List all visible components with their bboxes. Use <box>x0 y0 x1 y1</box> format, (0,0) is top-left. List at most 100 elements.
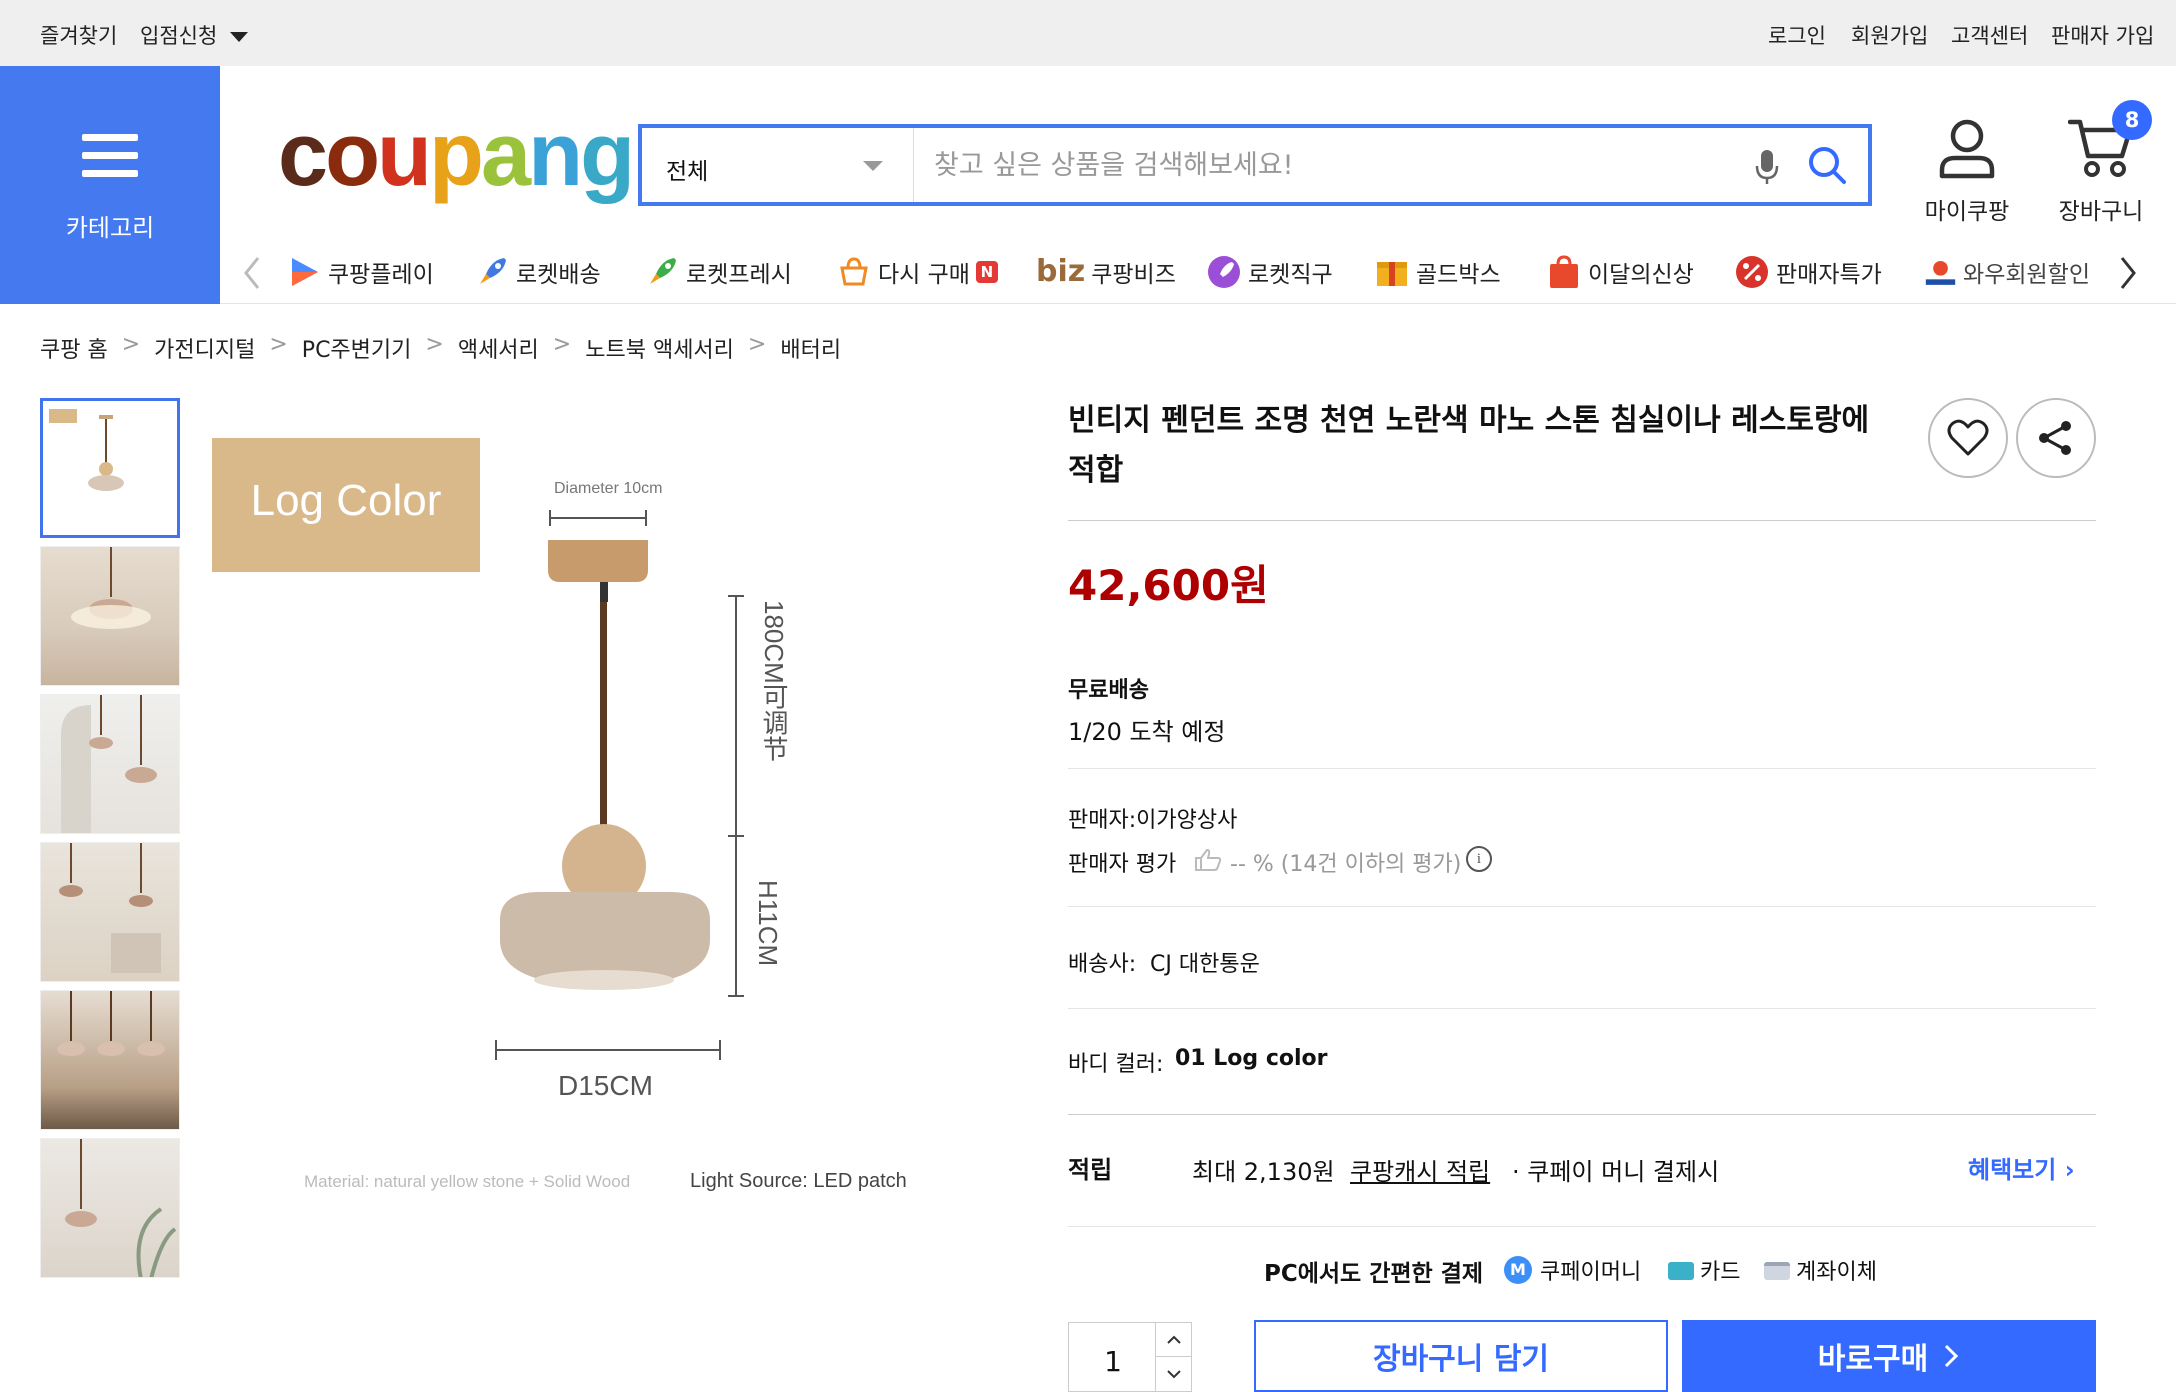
category-menu-button[interactable]: 카테고리 <box>0 66 220 304</box>
favorites-link[interactable]: 즐겨찾기 <box>40 20 117 50</box>
caret-down-icon <box>229 32 248 42</box>
seller-join-link[interactable]: 판매자 가입 <box>2051 20 2154 50</box>
material-label: Material: natural yellow stone + Solid W… <box>304 1172 631 1191</box>
reward-max: 최대 2,130원 <box>1192 1158 1335 1186</box>
chevron-right-icon: > <box>269 332 288 357</box>
thumbnail-1[interactable] <box>40 398 180 538</box>
chevron-right-icon: › <box>2064 1156 2075 1184</box>
share-button[interactable] <box>2016 398 2096 478</box>
signup-link[interactable]: 회원가입 <box>1851 20 1928 50</box>
seller-apply-link[interactable]: 입점신청 <box>140 20 248 50</box>
breadcrumb-item[interactable]: 액세서리 <box>458 332 539 364</box>
chevron-up-icon[interactable] <box>1155 1323 1191 1357</box>
percent-icon <box>1736 256 1768 288</box>
my-coupang-button[interactable]: 마이쿠팡 <box>1912 116 2022 226</box>
product-title: 빈티지 펜던트 조명 천연 노란색 마노 스톤 침실이나 레스토랑에 적합 <box>1068 403 1870 488</box>
chevron-down-icon[interactable] <box>1155 1357 1191 1391</box>
seller-rating-value: -- % (14건 이하의 평가) <box>1230 852 1462 877</box>
category-label: 카테고리 <box>65 214 155 242</box>
quantity-input[interactable]: 1 <box>1069 1345 1157 1378</box>
main-product-image[interactable]: Log Color Diameter 10cm 180CM可调节 H11CM D… <box>200 400 960 1220</box>
nav-label: 판매자특가 <box>1776 262 1882 288</box>
nav-label: 로켓배송 <box>516 262 601 288</box>
nav-item-goldbox[interactable]: 골드박스 <box>1374 254 1501 290</box>
arrival-date: 1/20 도착 예정 <box>1068 718 1226 746</box>
carrier-name: CJ 대한통운 <box>1150 952 1260 977</box>
search-icon[interactable] <box>1806 144 1848 190</box>
chevron-right-icon: > <box>425 332 444 357</box>
nav-label: 이달의신상 <box>1588 262 1694 288</box>
nav-item-coupang-play[interactable]: 쿠팡플레이 <box>286 254 434 290</box>
breadcrumb-item[interactable]: 노트북 액세서리 <box>585 332 734 364</box>
breadcrumb: 쿠팡 홈 > 가전디지털 > PC주변기기 > 액세서리 > 노트북 액세서리 … <box>40 332 841 364</box>
microphone-icon[interactable] <box>1754 148 1780 190</box>
body-color-label: 바디 컬러: <box>1068 1052 1164 1077</box>
buy-now-button[interactable]: 바로구매 <box>1682 1320 2096 1392</box>
header-divider <box>220 303 2176 304</box>
wishlist-button[interactable] <box>1928 398 2008 478</box>
add-to-cart-button[interactable]: 장바구니 담기 <box>1254 1320 1668 1392</box>
breadcrumb-item[interactable]: 가전디지털 <box>154 332 255 364</box>
coupang-cash-link[interactable]: 쿠팡캐시 적립 <box>1350 1152 1490 1187</box>
chevron-right-icon[interactable] <box>2116 254 2140 296</box>
nav-label: 골드박스 <box>1416 262 1501 288</box>
chevron-left-icon[interactable] <box>240 254 264 296</box>
chevron-right-icon: > <box>121 332 141 357</box>
reward-note: · 쿠페이 머니 결제시 <box>1512 1158 1720 1186</box>
thumbnail-2[interactable] <box>40 546 180 686</box>
info-icon[interactable]: i <box>1466 846 1492 872</box>
divider <box>1068 1226 2096 1227</box>
search-bar: 전체 <box>638 124 1872 206</box>
nav-item-rocket-global[interactable]: 로켓직구 <box>1206 254 1333 290</box>
width-label: D15CM <box>558 1070 653 1101</box>
chevron-right-icon <box>1945 1344 1959 1368</box>
benefits-link[interactable]: 혜택보기 › <box>1968 1150 2075 1185</box>
bank-transfer-icon <box>1764 1262 1790 1280</box>
card-icon <box>1668 1262 1694 1280</box>
divider <box>1068 1008 2096 1009</box>
seller-name[interactable]: 판매자:이가양상사 <box>1068 802 1237 834</box>
breadcrumb-item[interactable]: 배터리 <box>780 332 841 364</box>
benefits-label: 혜택보기 <box>1968 1156 2057 1184</box>
nav-item-seller-deals[interactable]: 판매자특가 <box>1734 254 1882 290</box>
nav-item-new-arrivals[interactable]: 이달의신상 <box>1546 254 1694 290</box>
cart-button[interactable]: 장바구니 8 <box>2046 100 2156 226</box>
nav-item-rocket-fresh[interactable]: 로켓프레시 <box>644 254 792 290</box>
divider <box>1068 906 2096 907</box>
heart-icon <box>1947 419 1989 456</box>
nav-item-coupang-biz[interactable]: biz 쿠팡비즈 <box>1036 254 1176 289</box>
breadcrumb-item[interactable]: 쿠팡 홈 <box>40 332 108 364</box>
buy-now-label: 바로구매 <box>1817 1342 1929 1377</box>
search-input[interactable] <box>934 142 1754 188</box>
category-nav: 쿠팡플레이 로켓배송 로켓프레시 다시 구매 N biz 쿠팡비즈 로켓직구 골… <box>230 250 2150 294</box>
login-link[interactable]: 로그인 <box>1768 20 1826 50</box>
cart-count-badge: 8 <box>2112 100 2152 140</box>
pay-card-label: 카드 <box>1700 1260 1741 1285</box>
new-badge: N <box>975 261 998 283</box>
thumbnail-4[interactable] <box>40 842 180 982</box>
nav-label: 와우회원할인 <box>1963 262 2090 288</box>
top-utility-bar: 즐겨찾기 입점신청 로그인 회원가입 고객센터 판매자 가입 <box>0 0 2176 66</box>
nav-item-wow-discount[interactable]: 와우회원할인 <box>1924 254 2090 290</box>
pay-transfer-label: 계좌이체 <box>1796 1260 1877 1285</box>
pay-money-label: 쿠페이머니 <box>1540 1260 1642 1285</box>
chevron-right-icon: > <box>747 332 767 357</box>
share-icon <box>2039 421 2071 455</box>
rocket-fresh-icon <box>650 258 676 284</box>
rocket-icon <box>480 258 506 284</box>
search-category-select[interactable]: 전체 <box>642 128 914 202</box>
cart-label: 장바구니 <box>2058 199 2144 225</box>
coupang-logo[interactable]: coupang <box>278 110 635 200</box>
thumbnail-6[interactable] <box>40 1138 180 1278</box>
thumbnail-5[interactable] <box>40 990 180 1130</box>
thumbnail-3[interactable] <box>40 694 180 834</box>
nav-item-rocket-delivery[interactable]: 로켓배송 <box>474 254 601 290</box>
hamburger-icon <box>82 134 138 178</box>
customer-center-link[interactable]: 고객센터 <box>1951 20 2028 50</box>
nav-label: 다시 구매 <box>878 262 970 288</box>
pc-pay-title: PC에서도 간편한 결제 <box>1264 1261 1484 1287</box>
body-color-value[interactable]: 01 Log color <box>1175 1046 1327 1071</box>
breadcrumb-item[interactable]: PC주변기기 <box>302 332 412 364</box>
caret-down-icon <box>863 161 883 171</box>
nav-item-repurchase[interactable]: 다시 구매 N <box>836 254 998 290</box>
